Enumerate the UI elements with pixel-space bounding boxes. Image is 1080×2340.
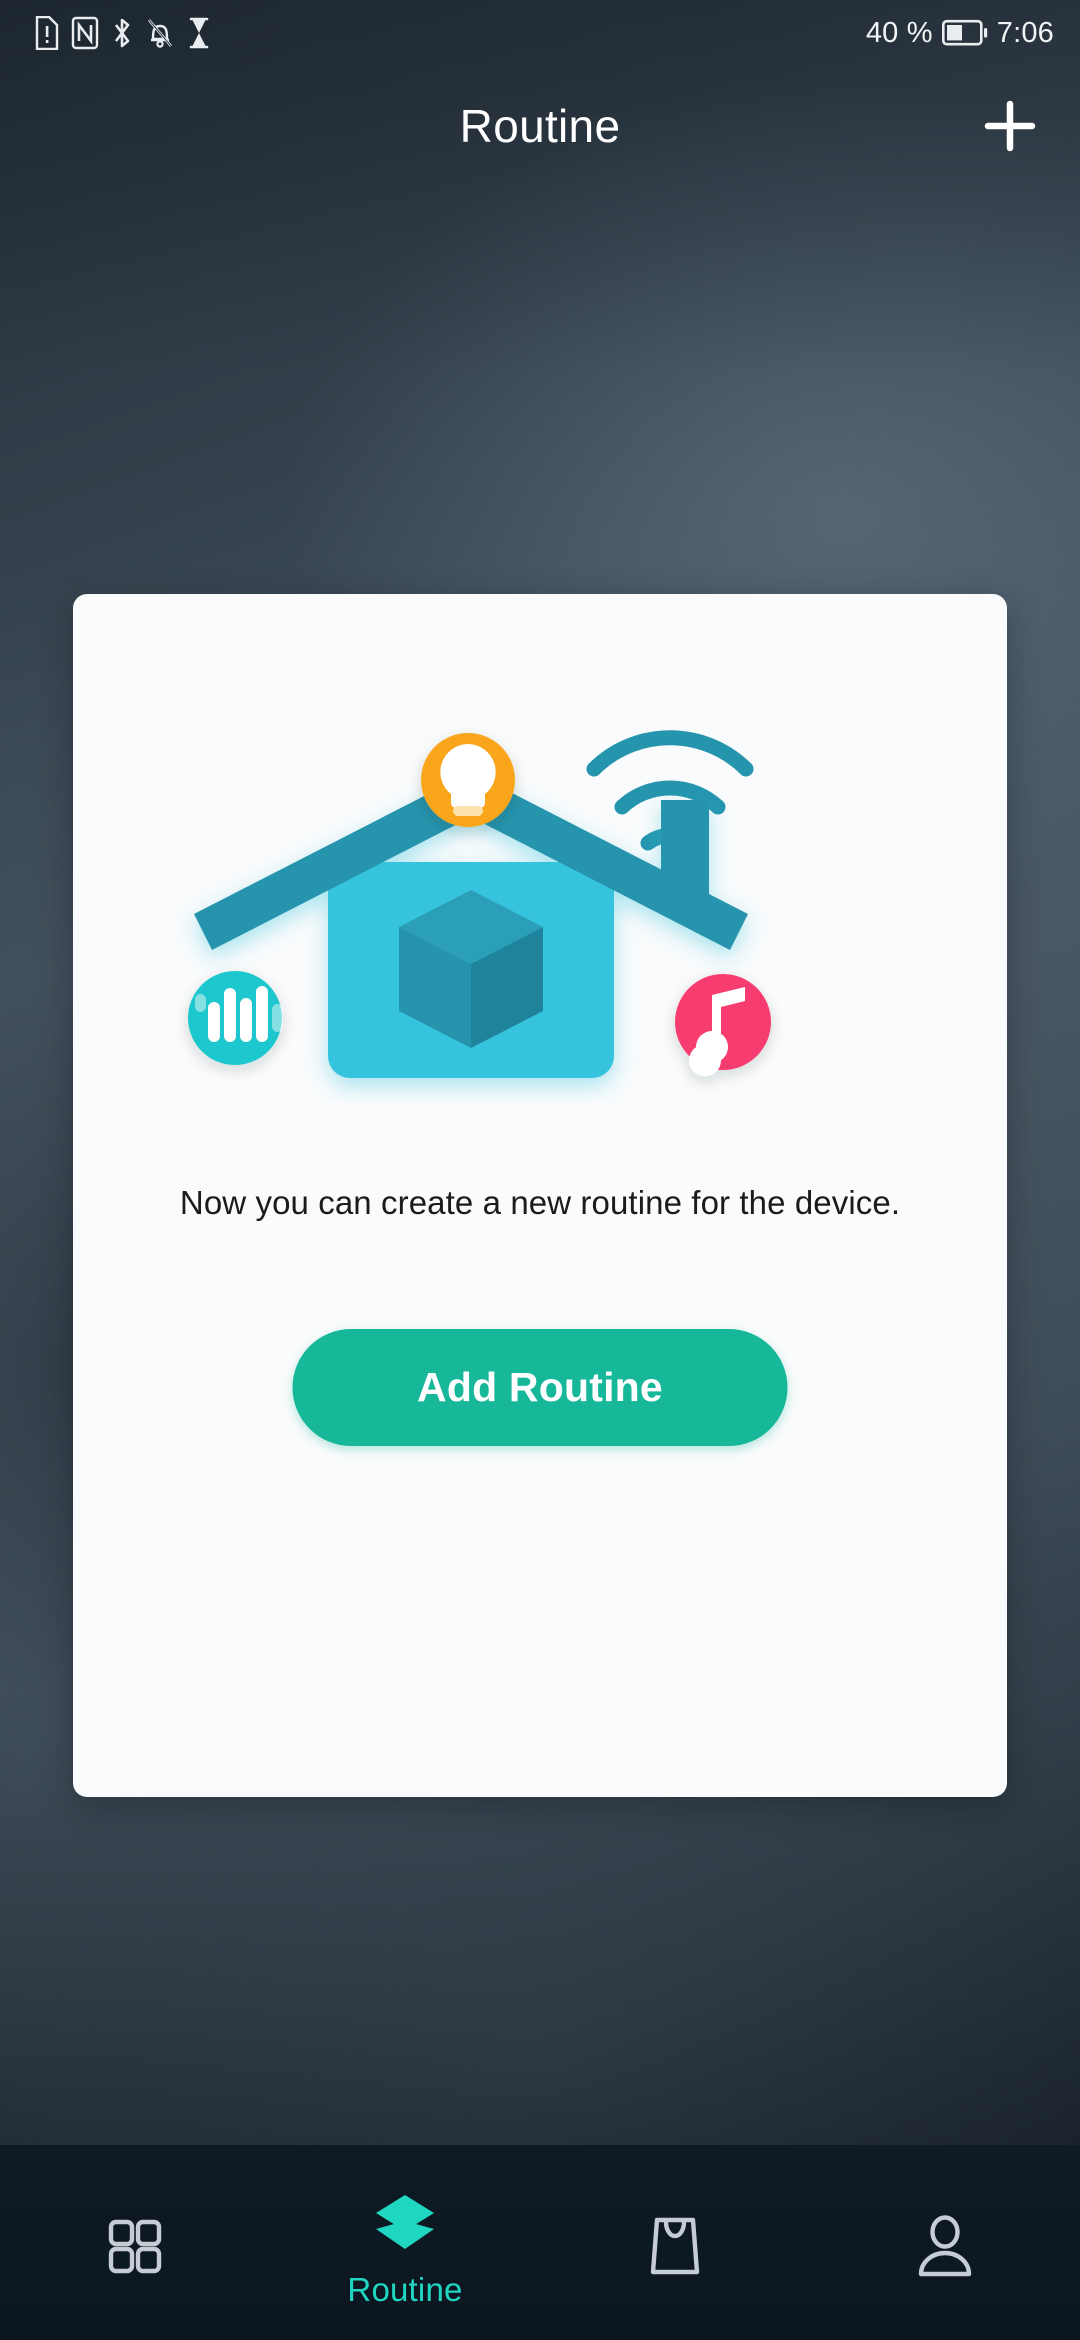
- equalizer-badge-icon: [188, 971, 283, 1065]
- app-bar: Routine: [0, 66, 1080, 186]
- empty-state-card: Now you can create a new routine for the…: [73, 594, 1007, 1797]
- clock-label: 7:06: [996, 16, 1054, 49]
- bottom-navigation-bar: Routine: [0, 2145, 1080, 2340]
- status-bar-left-icons: [34, 16, 212, 50]
- smart-home-illustration: [188, 730, 771, 1078]
- nav-item-routine-label: Routine: [347, 2270, 463, 2308]
- add-routine-button[interactable]: Add Routine: [292, 1329, 788, 1446]
- status-bar: 40 % 7:06: [0, 0, 1080, 66]
- nfc-icon: [71, 16, 99, 50]
- music-note-badge-icon: [675, 974, 771, 1077]
- status-bar-right: 40 % 7:06: [866, 17, 1054, 50]
- grid-icon: [108, 2219, 162, 2273]
- bluetooth-icon: [114, 18, 130, 48]
- nav-item-shop[interactable]: [540, 2145, 810, 2340]
- sim-alert-icon: [35, 16, 59, 50]
- person-icon: [918, 2214, 972, 2276]
- layers-icon: [376, 2194, 434, 2249]
- hourglass-icon: [189, 17, 209, 49]
- nav-item-routine[interactable]: Routine: [270, 2145, 540, 2340]
- plus-icon: [984, 100, 1036, 152]
- notifications-silenced-icon: [148, 19, 172, 48]
- page-title: Routine: [459, 100, 621, 152]
- nav-item-devices[interactable]: [0, 2145, 270, 2340]
- battery-half-icon: [941, 19, 987, 46]
- battery-percent-label: 40 %: [865, 16, 933, 49]
- nav-item-profile[interactable]: [810, 2145, 1080, 2340]
- add-routine-plus-button[interactable]: [962, 78, 1058, 174]
- shopping-bag-icon: [650, 2217, 700, 2274]
- empty-state-message: Now you can create a new routine for the…: [179, 1184, 901, 1221]
- lightbulb-badge-icon: [421, 733, 515, 827]
